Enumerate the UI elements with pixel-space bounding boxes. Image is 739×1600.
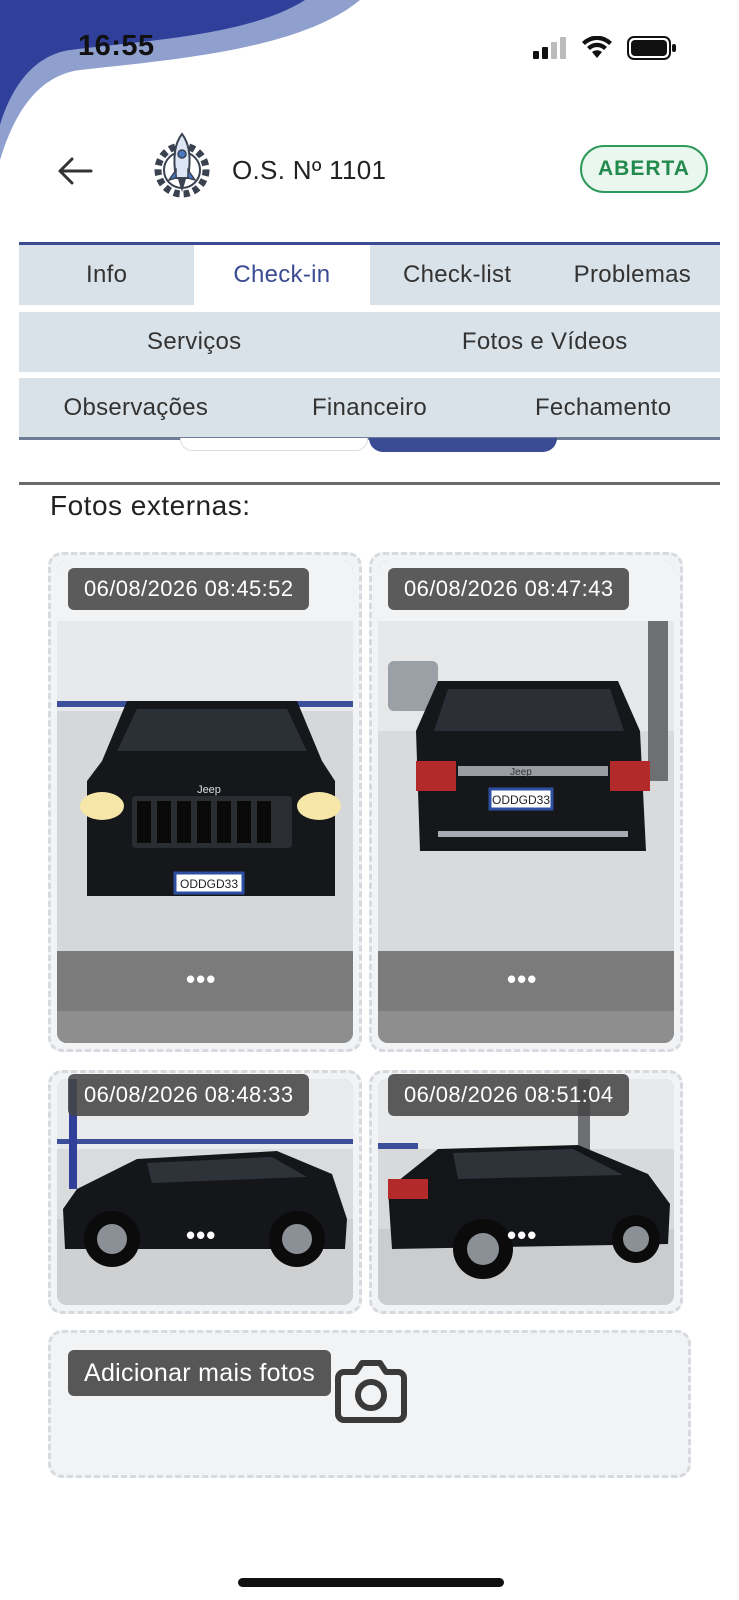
tab-info[interactable]: Info bbox=[19, 245, 194, 305]
home-indicator bbox=[238, 1578, 504, 1587]
tab-problemas[interactable]: Problemas bbox=[545, 245, 720, 305]
car-brand: Jeep bbox=[197, 784, 221, 796]
segment-right-peek bbox=[369, 438, 557, 452]
back-button[interactable] bbox=[52, 148, 98, 194]
photo-timestamp: 06/08/2026 08:45:52 bbox=[68, 568, 310, 610]
rocket-gear-logo bbox=[154, 132, 210, 198]
tab-observacoes[interactable]: Observações bbox=[19, 378, 253, 438]
camera-icon[interactable] bbox=[334, 1358, 408, 1424]
arrow-left-icon bbox=[58, 157, 93, 185]
status-time: 16:55 bbox=[78, 30, 155, 62]
add-photos-label: Adicionar mais fotos bbox=[68, 1350, 332, 1396]
section-title: Fotos externas: bbox=[50, 490, 251, 521]
tab-check-list[interactable]: Check-list bbox=[370, 245, 545, 305]
more-options-button[interactable]: ••• bbox=[507, 1220, 537, 1251]
tab-row-2: Serviços Fotos e Vídeos bbox=[19, 312, 720, 372]
tab-row-3: Observações Financeiro Fechamento bbox=[19, 378, 720, 438]
more-options-button[interactable]: ••• bbox=[186, 1220, 216, 1251]
photo-timestamp: 06/08/2026 08:51:04 bbox=[388, 1074, 630, 1116]
photo-timestamp: 06/08/2026 08:47:43 bbox=[388, 568, 630, 610]
license-plate: ODDGD33 bbox=[492, 793, 550, 807]
section-divider bbox=[19, 482, 720, 485]
more-options-button[interactable]: ••• bbox=[507, 964, 537, 995]
tab-check-in[interactable]: Check-in bbox=[194, 245, 370, 305]
segment-left-peek bbox=[180, 438, 368, 451]
battery-icon bbox=[627, 36, 676, 60]
tab-row-1: Info Check-in Check-list Problemas bbox=[19, 245, 720, 305]
page-title: O.S. Nº 1101 bbox=[232, 155, 387, 185]
car-brand: Jeep bbox=[510, 767, 532, 778]
more-options-button[interactable]: ••• bbox=[186, 964, 216, 995]
tab-financeiro[interactable]: Financeiro bbox=[253, 378, 487, 438]
status-badge: ABERTA bbox=[580, 145, 708, 193]
tab-fechamento[interactable]: Fechamento bbox=[486, 378, 720, 438]
license-plate: ODDGD33 bbox=[180, 877, 238, 891]
status-icons bbox=[533, 36, 677, 60]
tab-fotos-videos[interactable]: Fotos e Vídeos bbox=[370, 312, 721, 372]
photo-timestamp: 06/08/2026 08:48:33 bbox=[68, 1074, 310, 1116]
wifi-icon bbox=[582, 36, 612, 58]
tab-servicos[interactable]: Serviços bbox=[19, 312, 370, 372]
signal-icon bbox=[533, 37, 566, 59]
